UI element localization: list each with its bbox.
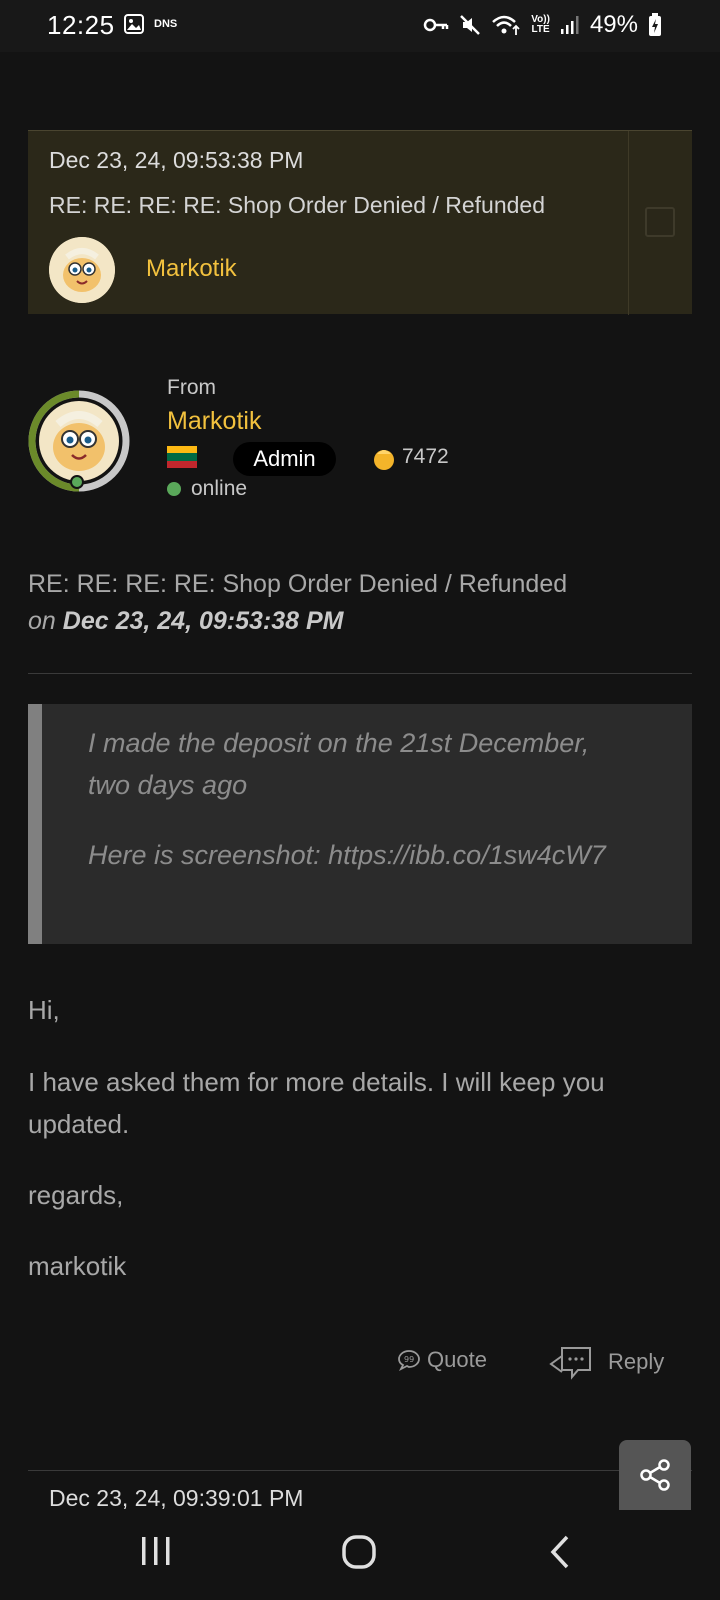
next-message-date: Dec 23, 24, 09:39:01 PM bbox=[49, 1485, 304, 1511]
reply-label: Reply bbox=[608, 1349, 665, 1374]
post-date-line: on Dec 23, 24, 09:53:38 PM bbox=[28, 607, 344, 636]
body-line: regards, bbox=[28, 1180, 124, 1210]
divider bbox=[28, 673, 692, 674]
quote-label: Quote bbox=[427, 1347, 487, 1372]
country-flag-icon bbox=[167, 446, 197, 468]
divider bbox=[628, 131, 629, 315]
dns-label: DNS bbox=[154, 18, 178, 30]
quote-link-line[interactable]: Here is screenshot: https://ibb.co/1sw4c… bbox=[88, 840, 606, 871]
home-icon[interactable] bbox=[341, 1534, 377, 1570]
svg-text:99: 99 bbox=[404, 1355, 414, 1364]
quote-line: two days ago bbox=[88, 770, 248, 800]
message-list-item-body[interactable]: Dec 23, 24, 09:53:38 PM RE: RE: RE: RE: … bbox=[28, 131, 628, 315]
message-list-item[interactable]: Dec 23, 24, 09:53:38 PM RE: RE: RE: RE: … bbox=[28, 130, 692, 315]
back-icon[interactable] bbox=[549, 1534, 571, 1570]
share-button[interactable] bbox=[619, 1440, 691, 1510]
signal-icon bbox=[560, 16, 579, 34]
online-status-text: online bbox=[191, 477, 248, 500]
message-select-checkbox[interactable] bbox=[645, 207, 675, 237]
lte-label: LTE bbox=[531, 24, 550, 35]
post-date: Dec 23, 24, 09:53:38 PM bbox=[62, 607, 344, 635]
quote-icon: 99 bbox=[398, 1350, 420, 1371]
sender-avatar[interactable] bbox=[28, 390, 130, 492]
battery-charging-icon bbox=[649, 13, 661, 36]
avatar bbox=[49, 237, 115, 303]
quote-block: I made the deposit on the 21st December,… bbox=[28, 704, 692, 944]
body-line: I have asked them for more details. I wi… bbox=[28, 1067, 605, 1097]
status-right-icons: Vo)) LTE 49% bbox=[423, 11, 662, 39]
role-badge: Admin bbox=[233, 442, 336, 476]
post-subject: RE: RE: RE: RE: Shop Order Denied / Refu… bbox=[28, 570, 568, 598]
quote-button[interactable]: 99 Quote bbox=[397, 1347, 487, 1373]
lte-indicator: Vo)) LTE bbox=[531, 15, 550, 35]
body-line: Hi, bbox=[28, 995, 60, 1025]
quote-line: I made the deposit on the 21st December, bbox=[88, 728, 590, 758]
points-value: 7472 bbox=[402, 445, 449, 468]
message-subject: RE: RE: RE: RE: Shop Order Denied / Refu… bbox=[49, 192, 546, 218]
status-left-icons: DNS bbox=[124, 14, 177, 34]
coin-icon bbox=[374, 450, 394, 470]
reply-icon bbox=[549, 1347, 591, 1380]
from-label: From bbox=[167, 376, 216, 399]
reply-button[interactable]: Reply bbox=[548, 1344, 664, 1380]
avatar-face-icon bbox=[49, 237, 115, 303]
status-time: 12:25 bbox=[47, 10, 115, 40]
sender-name-link[interactable]: Markotik bbox=[167, 407, 261, 436]
mute-icon bbox=[460, 15, 481, 35]
system-nav-bar bbox=[0, 1512, 720, 1600]
on-label: on bbox=[28, 607, 56, 635]
body-line: markotik bbox=[28, 1251, 127, 1281]
message-date: Dec 23, 24, 09:53:38 PM bbox=[49, 147, 304, 173]
online-status-dot bbox=[167, 482, 181, 496]
body-line: updated. bbox=[28, 1109, 130, 1139]
status-bar: 12:25 DNS Vo)) LTE 49% bbox=[0, 0, 720, 52]
wifi-icon bbox=[492, 15, 520, 35]
vpn-key-icon bbox=[424, 18, 449, 32]
share-icon bbox=[640, 1459, 670, 1491]
battery-percent: 49% bbox=[589, 11, 638, 38]
message-author: Markotik bbox=[146, 255, 237, 282]
recent-apps-icon[interactable] bbox=[140, 1534, 172, 1568]
divider bbox=[28, 1470, 692, 1471]
avatar-ring-icon bbox=[28, 390, 130, 492]
gallery-icon bbox=[124, 14, 144, 34]
